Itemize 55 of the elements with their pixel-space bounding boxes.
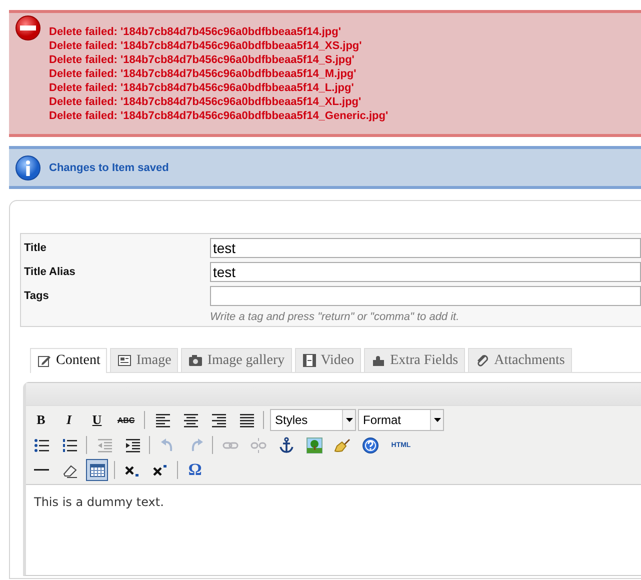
field-label: Tags	[24, 289, 50, 304]
pencil-icon	[37, 354, 52, 368]
message-text: Delete failed: '184b7cb84d7b456c96a0bdfbbeaa5f14_M.jpg'	[49, 67, 358, 81]
dropdown[interactable]: Styles	[270, 409, 356, 431]
message-text: Delete failed: '184b7cb84d7b456c96a0bdfbbeaa5f14_XL.jpg'	[49, 95, 362, 109]
table-icon	[88, 462, 106, 478]
camera-icon	[188, 353, 204, 368]
tab[interactable]: Extra Fields	[364, 348, 466, 372]
image-icon	[117, 353, 132, 368]
special-character-button[interactable]: Ω	[184, 459, 206, 481]
align-center-icon	[182, 412, 198, 428]
input-field[interactable]: test	[210, 238, 641, 258]
italic-button[interactable]: I	[58, 409, 80, 431]
paperclip-icon	[475, 353, 490, 368]
film-icon	[302, 353, 317, 368]
numbered-list-icon	[60, 436, 78, 454]
tab[interactable]: Image	[110, 348, 178, 372]
horizontal-rule-icon	[34, 469, 48, 471]
broken-link-icon	[250, 436, 266, 454]
caret-icon	[434, 418, 440, 422]
justify-icon	[238, 412, 254, 428]
align-right-icon	[210, 412, 226, 428]
message-text: Changes to Item saved	[49, 161, 169, 175]
message-text: Delete failed: '184b7cb84d7b456c96a0bdfbbeaa5f14_S.jpg'	[49, 53, 356, 67]
tab[interactable]: Image gallery	[181, 348, 292, 372]
editor-text: This is a dummy text.	[34, 495, 165, 509]
message-text: Delete failed: '184b7cb84d7b456c96a0bdfbbeaa5f14.jpg'	[49, 25, 342, 39]
message-text: Delete failed: '184b7cb84d7b456c96a0bdfbbeaa5f14_Generic.jpg'	[49, 109, 388, 123]
outdent-icon	[96, 436, 112, 454]
hint-text: Write a tag and press "return" or "comma" to add it.	[210, 310, 460, 324]
input-field[interactable]	[210, 286, 641, 306]
info-icon	[15, 155, 41, 181]
bold-button[interactable]: B	[30, 409, 52, 431]
input-field[interactable]: test	[210, 262, 641, 282]
message-text: Delete failed: '184b7cb84d7b456c96a0bdfbbeaa5f14_XS.jpg'	[49, 39, 363, 53]
underline-button[interactable]: U	[86, 409, 108, 431]
stop-icon	[15, 15, 41, 41]
help-icon	[362, 436, 378, 454]
field-label: Title	[24, 241, 48, 256]
indent-icon	[124, 436, 140, 454]
caret-icon	[346, 418, 352, 422]
table-button[interactable]	[86, 459, 108, 481]
tab[interactable]: Attachments	[468, 348, 572, 372]
align-left-icon	[154, 412, 170, 428]
tab[interactable]: Video	[294, 348, 362, 372]
puzzle-icon	[371, 353, 386, 368]
bulleted-list-icon	[32, 436, 50, 454]
brush-icon	[334, 436, 350, 454]
tab[interactable]: Content	[30, 348, 108, 373]
anchor-icon	[278, 436, 294, 454]
picture-icon	[306, 436, 322, 454]
field-label: Title Alias	[24, 265, 76, 280]
dropdown[interactable]: Format	[358, 409, 444, 431]
message-text: Delete failed: '184b7cb84d7b456c96a0bdfbbeaa5f14_L.jpg'	[49, 81, 355, 95]
strike-button[interactable]: ABC	[114, 409, 138, 431]
